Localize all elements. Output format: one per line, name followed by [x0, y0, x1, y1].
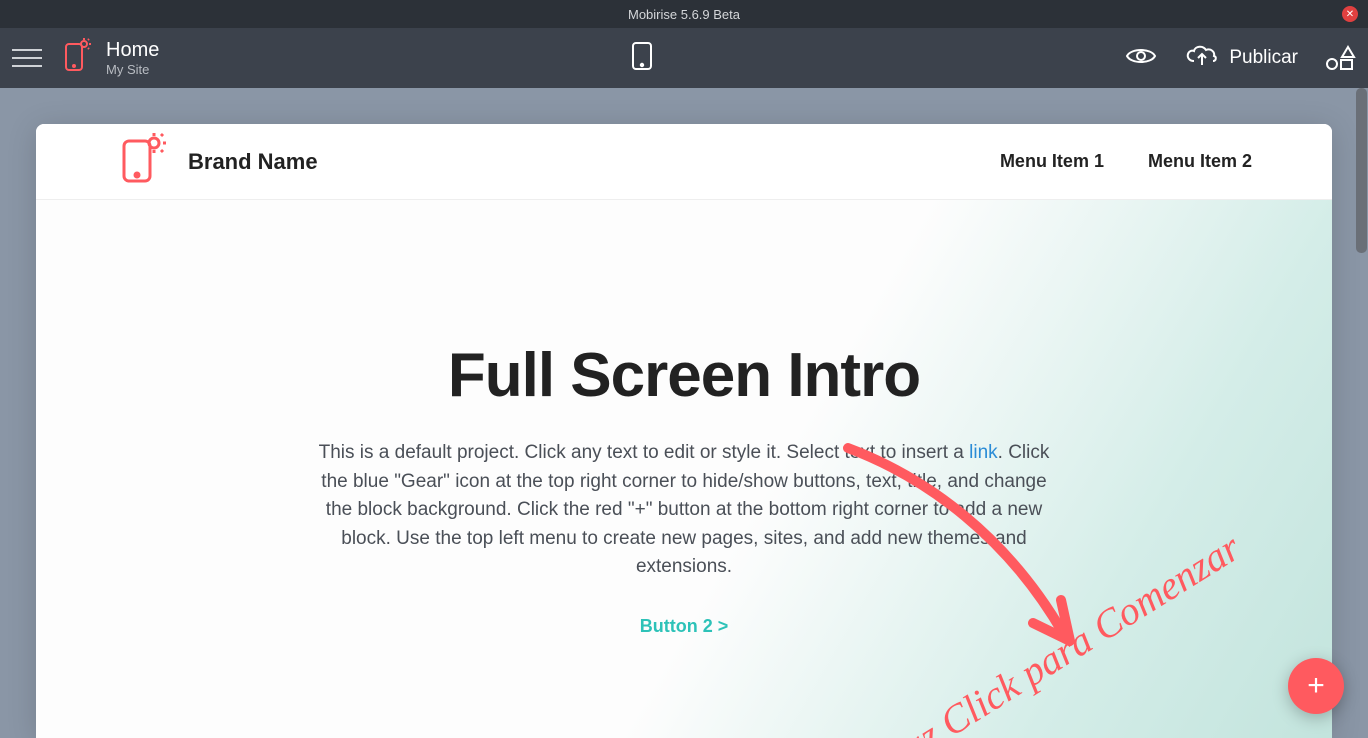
extensions-button[interactable]	[1326, 45, 1356, 71]
page-icon	[64, 38, 92, 79]
hero-link[interactable]: link	[969, 442, 998, 463]
hero-button[interactable]: Button 2 >	[640, 616, 729, 637]
close-icon: ✕	[1346, 9, 1354, 20]
close-window-button[interactable]: ✕	[1342, 6, 1358, 22]
cloud-upload-icon	[1185, 43, 1219, 73]
hero-block[interactable]: Full Screen Intro This is a default proj…	[36, 200, 1332, 738]
preview-button[interactable]	[1125, 46, 1157, 71]
current-site-name: My Site	[106, 62, 159, 77]
window-title: Mobirise 5.6.9 Beta	[628, 7, 740, 22]
site-header-block[interactable]: Brand Name Menu Item 1 Menu Item 2	[36, 124, 1332, 200]
add-block-button[interactable]: +	[1288, 658, 1344, 714]
page-canvas[interactable]: Brand Name Menu Item 1 Menu Item 2 Full …	[36, 124, 1332, 738]
hero-description[interactable]: This is a default project. Click any tex…	[314, 439, 1054, 582]
nav-item-1[interactable]: Menu Item 1	[1000, 151, 1104, 172]
app-toolbar: Home My Site Publ	[0, 28, 1368, 88]
device-mobile-button[interactable]	[631, 41, 653, 76]
canvas-area: Brand Name Menu Item 1 Menu Item 2 Full …	[0, 88, 1368, 738]
page-info[interactable]: Home My Site	[64, 38, 159, 79]
vertical-scrollbar[interactable]	[1356, 88, 1367, 253]
publish-button[interactable]: Publicar	[1185, 43, 1298, 73]
plus-icon: +	[1307, 669, 1325, 703]
nav-item-2[interactable]: Menu Item 2	[1148, 151, 1252, 172]
site-nav: Menu Item 1 Menu Item 2	[1000, 151, 1252, 172]
titlebar: Mobirise 5.6.9 Beta ✕	[0, 0, 1368, 28]
publish-label: Publicar	[1229, 47, 1298, 69]
brand-logo-icon[interactable]	[116, 131, 172, 192]
menu-button[interactable]	[12, 40, 48, 76]
hero-title[interactable]: Full Screen Intro	[448, 340, 920, 411]
current-page-title: Home	[106, 39, 159, 62]
hero-desc-pre: This is a default project. Click any tex…	[319, 442, 970, 463]
brand-name[interactable]: Brand Name	[188, 149, 318, 175]
